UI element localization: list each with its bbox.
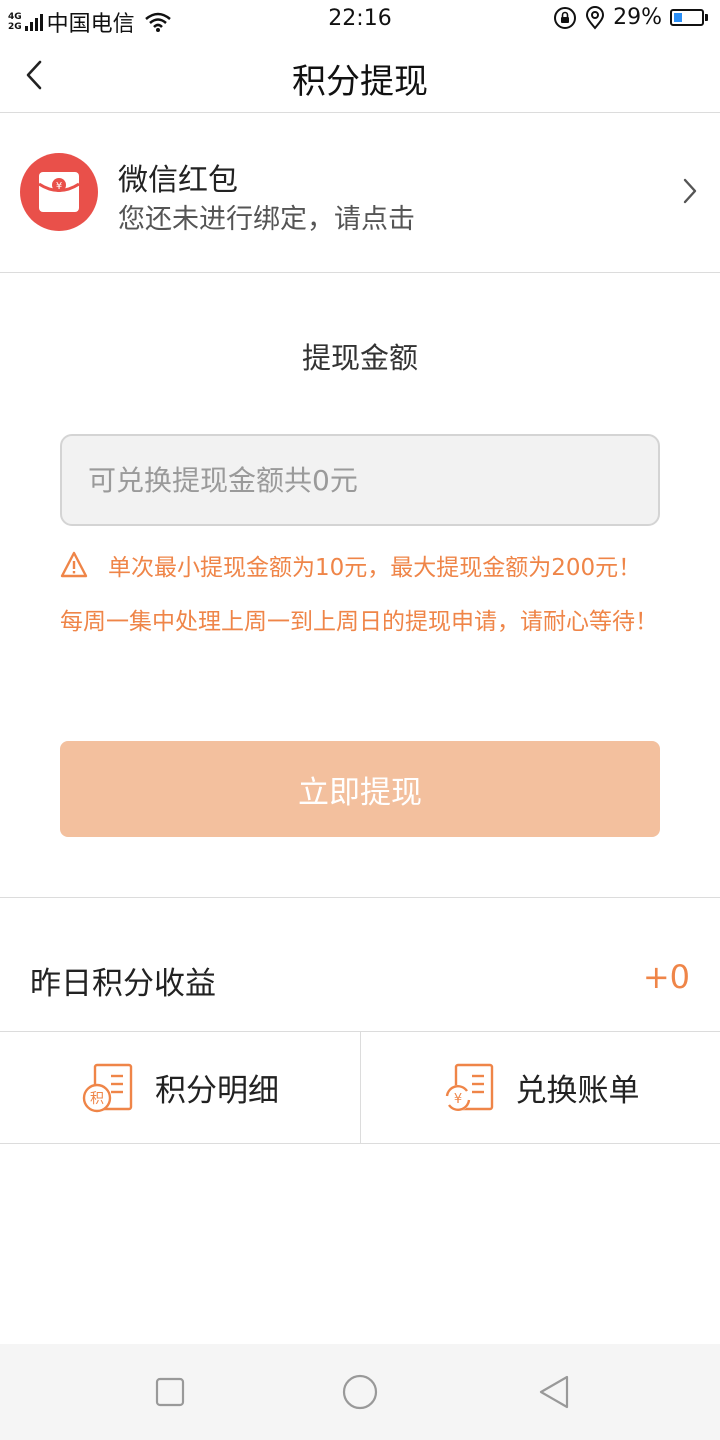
battery-fill bbox=[674, 13, 682, 22]
location-icon bbox=[586, 5, 605, 30]
rotation-lock-icon bbox=[554, 6, 577, 29]
warning-text: 单次最小提现金额为10元，最大提现金额为200元！ bbox=[108, 555, 642, 581]
warning-icon bbox=[60, 551, 88, 578]
amount-label: 提现金额 bbox=[301, 341, 418, 375]
chevron-right-icon bbox=[683, 178, 697, 204]
withdraw-button[interactable]: 立即提现 bbox=[60, 741, 660, 837]
wechat-title: 微信红包 bbox=[118, 163, 238, 198]
battery-percent: 29% bbox=[613, 5, 662, 30]
amount-input[interactable] bbox=[60, 434, 660, 526]
home-button[interactable] bbox=[340, 1372, 380, 1412]
circle-icon bbox=[342, 1374, 378, 1410]
points-detail-icon: 积 bbox=[82, 1063, 133, 1112]
exchange-bill-icon-char: ¥ bbox=[453, 1092, 461, 1107]
battery-icon bbox=[670, 9, 708, 26]
triangle-back-icon bbox=[539, 1375, 569, 1409]
red-packet-icon: ¥ bbox=[20, 153, 98, 231]
exchange-bill-icon: ¥ bbox=[444, 1063, 493, 1111]
divider bbox=[0, 897, 720, 898]
notice-text: 每周一集中处理上周一到上周日的提现申请，请耐心等待！ bbox=[60, 609, 658, 635]
status-right: 29% bbox=[553, 5, 708, 30]
points-detail-label: 积分明细 bbox=[155, 1073, 279, 1109]
page-title: 积分提现 bbox=[292, 62, 428, 102]
wechat-subtitle: 您还未进行绑定，请点击 bbox=[118, 204, 415, 235]
bottom-actions: 积 积分明细 ¥ 兑换账单 bbox=[0, 1032, 720, 1144]
exchange-bill-label: 兑换账单 bbox=[515, 1073, 640, 1109]
status-bar: 4G 2G 中国电信 22:16 29% bbox=[0, 0, 720, 38]
square-icon bbox=[155, 1377, 185, 1407]
recent-apps-button[interactable] bbox=[150, 1372, 190, 1412]
warning-line: 单次最小提现金额为10元，最大提现金额为200元！ bbox=[60, 548, 641, 582]
red-packet-symbol: ¥ bbox=[56, 181, 62, 192]
nav-bar: 积分提现 bbox=[0, 38, 720, 113]
points-detail-icon-char: 积 bbox=[90, 1091, 104, 1107]
yesterday-earnings-label: 昨日积分收益 bbox=[30, 966, 216, 1002]
yesterday-earnings-value: +0 bbox=[642, 958, 690, 996]
wechat-redpacket-row[interactable]: ¥ 微信红包 您还未进行绑定，请点击 bbox=[0, 113, 720, 273]
system-back-button[interactable] bbox=[534, 1372, 574, 1412]
exchange-bill-button[interactable]: ¥ 兑换账单 bbox=[360, 1032, 720, 1143]
points-detail-button[interactable]: 积 积分明细 bbox=[0, 1032, 360, 1143]
system-nav-bar bbox=[0, 1344, 720, 1440]
